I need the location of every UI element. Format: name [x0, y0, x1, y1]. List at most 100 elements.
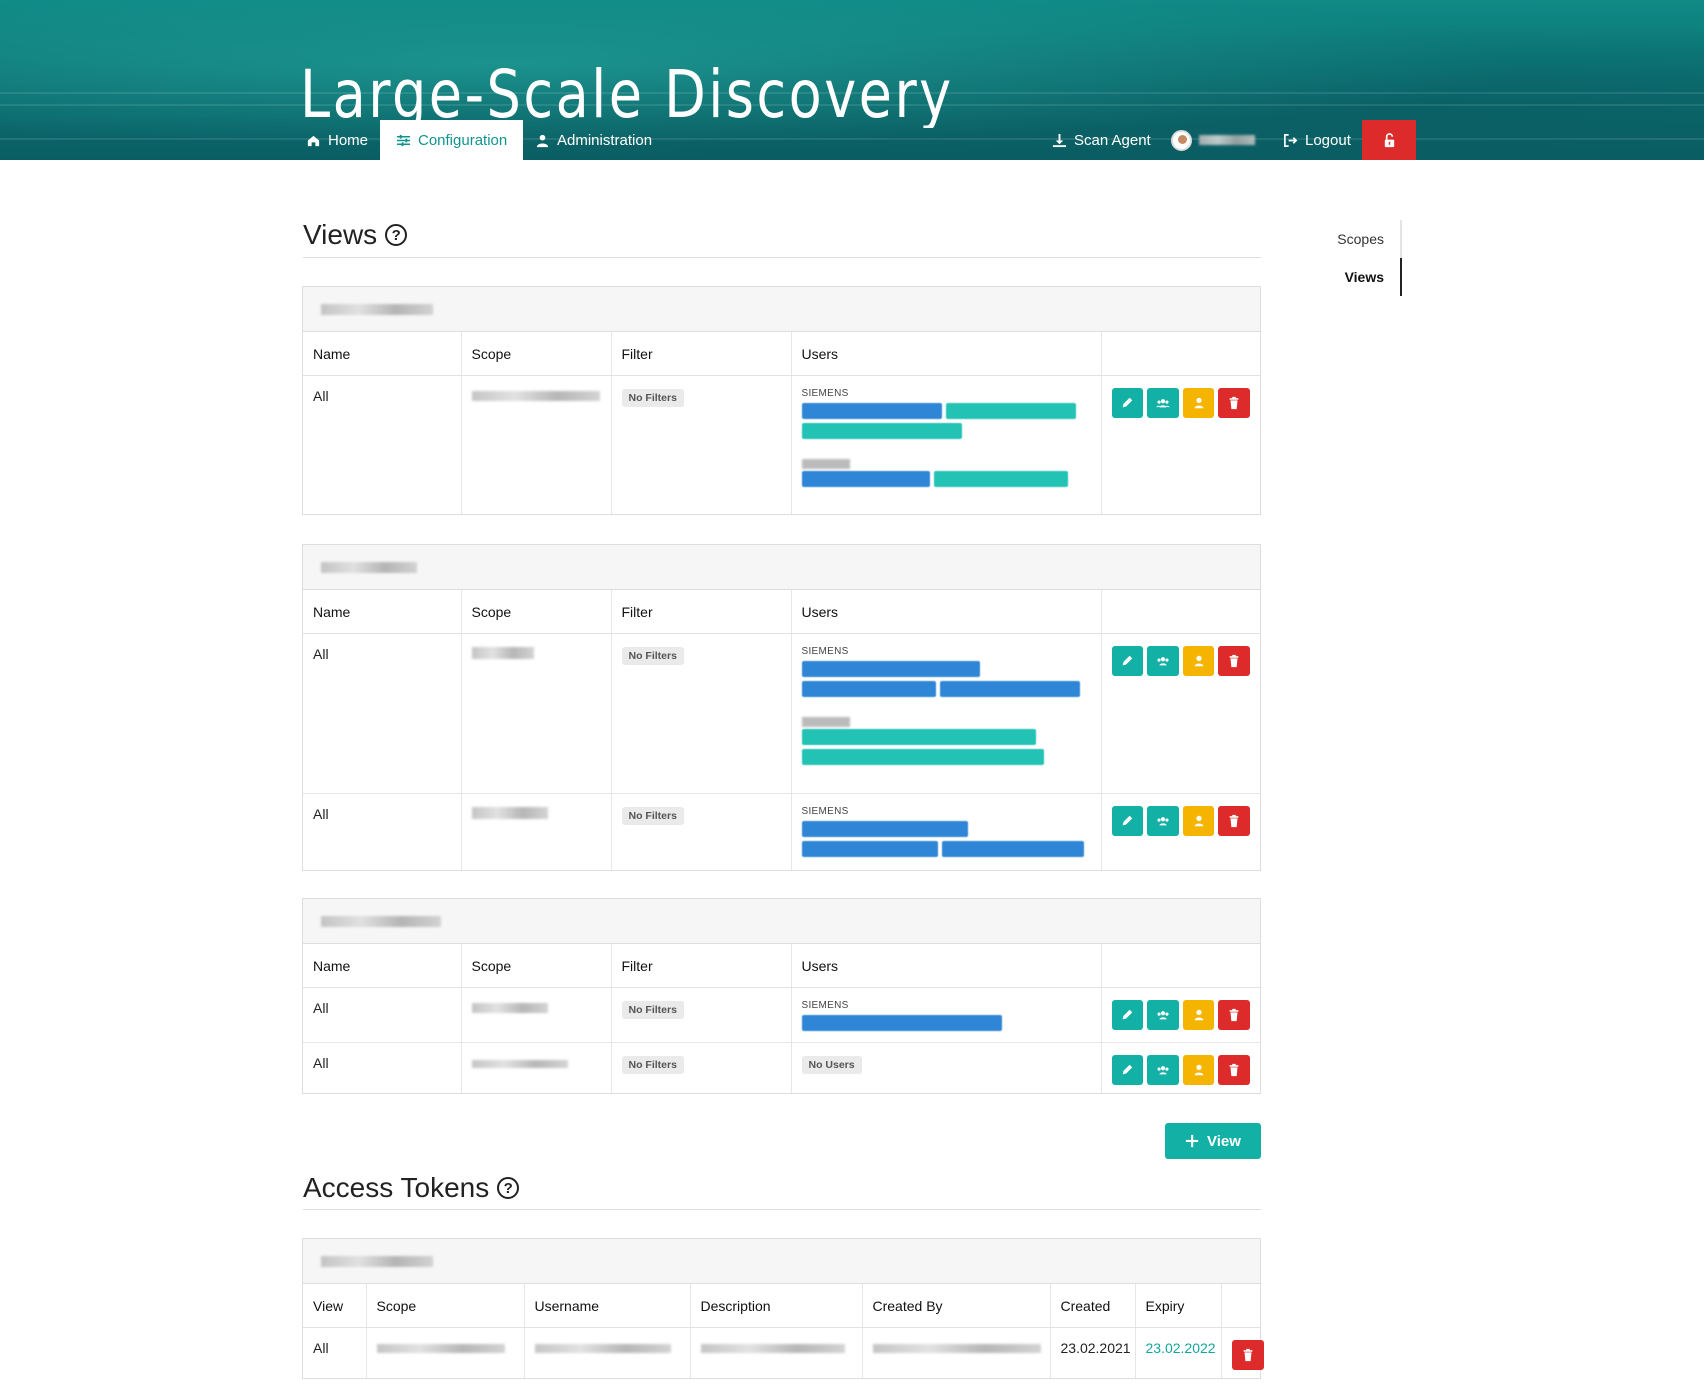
delete-button[interactable]	[1218, 1055, 1250, 1085]
filter-badge: No Filters	[621, 1001, 684, 1019]
col-scope: Scope	[461, 944, 612, 988]
unlock-icon	[1384, 132, 1394, 147]
grant-group-button[interactable]	[1147, 646, 1179, 676]
table-header: Name Scope Filter Users	[303, 590, 1260, 634]
token-group-panel: View Scope Username Description Created …	[302, 1238, 1264, 1379]
panel-heading	[303, 899, 1260, 944]
filter-cell: No Filters	[611, 987, 792, 1043]
row-actions	[1111, 1000, 1250, 1030]
delete-button[interactable]	[1218, 646, 1250, 676]
scope-redacted	[471, 1060, 568, 1068]
side-item-scopes[interactable]: Scopes	[1300, 220, 1402, 258]
table-row: All 23.02.2021 23.02.2022	[303, 1327, 1264, 1378]
nav-home[interactable]: Home	[306, 120, 368, 160]
col-created: Created	[1050, 1284, 1136, 1328]
delete-button[interactable]	[1218, 388, 1250, 418]
table-row: All No Filters No Users	[303, 1042, 1260, 1093]
col-view: View	[303, 1284, 367, 1328]
user-chip[interactable]	[933, 471, 1068, 487]
help-icon[interactable]: ?	[385, 224, 408, 246]
users-icon	[1157, 657, 1169, 666]
grant-group-button[interactable]	[1147, 1055, 1179, 1085]
users-cell: SIEMENS	[791, 987, 1102, 1043]
users-icon	[1156, 399, 1170, 408]
user-chip[interactable]	[801, 681, 936, 697]
grant-group-button[interactable]	[1147, 806, 1179, 836]
access-tokens-title: Access Tokens ?	[303, 1172, 520, 1204]
no-users-badge: No Users	[801, 1056, 862, 1074]
org-label: SIEMENS	[801, 806, 849, 817]
user-chip[interactable]	[801, 749, 1044, 765]
divider	[303, 257, 1261, 258]
users-cell: No Users	[791, 1042, 1102, 1093]
grant-user-button[interactable]	[1182, 1055, 1215, 1085]
col-users: Users	[791, 590, 1102, 634]
delete-token-button[interactable]	[1231, 1340, 1264, 1370]
col-actions	[1101, 944, 1260, 988]
user-chip[interactable]	[801, 729, 1036, 745]
trash-icon	[1243, 1348, 1252, 1362]
user-chip[interactable]	[801, 1015, 1002, 1031]
view-group-panel: Name Scope Filter Users All No Filters S…	[302, 544, 1261, 871]
edit-button[interactable]	[1111, 388, 1144, 418]
home-icon	[307, 135, 320, 146]
help-icon[interactable]: ?	[497, 1177, 520, 1199]
views-table: Name Scope Filter Users All No Filters S…	[303, 590, 1260, 870]
actions-cell	[1101, 987, 1260, 1043]
user-chip[interactable]	[801, 841, 938, 857]
user-chip[interactable]	[801, 471, 930, 487]
user-chip[interactable]	[941, 841, 1084, 857]
user-chip[interactable]	[801, 661, 980, 677]
views-title: Views ?	[303, 219, 408, 251]
user-chip[interactable]	[801, 423, 962, 439]
table-row: All No Filters SIEMENS	[303, 793, 1260, 870]
col-filter: Filter	[611, 944, 792, 988]
edit-button[interactable]	[1111, 1055, 1144, 1085]
description-redacted	[700, 1344, 845, 1353]
view-name: All	[303, 987, 462, 1043]
view-name: All	[303, 633, 462, 794]
pencil-icon	[1122, 655, 1133, 666]
delete-button[interactable]	[1218, 1000, 1250, 1030]
filter-badge: No Filters	[621, 807, 684, 825]
nav-configuration[interactable]: Configuration	[380, 120, 524, 160]
grant-group-button[interactable]	[1147, 1000, 1179, 1030]
nav-scan-agent[interactable]: Scan Agent	[1052, 120, 1151, 160]
col-username: Username	[524, 1284, 691, 1328]
org-label: SIEMENS	[801, 646, 849, 657]
user-chip[interactable]	[801, 821, 968, 837]
grant-user-button[interactable]	[1182, 646, 1215, 676]
col-expiry: Expiry	[1135, 1284, 1222, 1328]
col-created-by: Created By	[862, 1284, 1051, 1328]
edit-button[interactable]	[1111, 806, 1144, 836]
nav-administration[interactable]: Administration	[535, 120, 652, 160]
col-actions	[1101, 590, 1260, 634]
token-scope	[366, 1327, 525, 1378]
scope-redacted	[471, 1003, 548, 1013]
group-name-redacted	[321, 303, 433, 315]
user-chip[interactable]	[945, 403, 1076, 419]
scope-cell	[461, 1042, 612, 1093]
side-item-views[interactable]: Views	[1300, 258, 1402, 296]
group-name-redacted	[321, 1255, 433, 1267]
table-row: All No Filters SIEMENS	[303, 633, 1260, 794]
nav-user-profile[interactable]	[1171, 120, 1255, 160]
scope-redacted	[471, 647, 534, 659]
grant-user-button[interactable]	[1182, 388, 1215, 418]
delete-button[interactable]	[1218, 806, 1250, 836]
edit-button[interactable]	[1111, 1000, 1144, 1030]
view-name: All	[303, 793, 462, 870]
user-icon	[1194, 1009, 1203, 1021]
user-chip[interactable]	[801, 403, 942, 419]
add-view-button[interactable]: View	[1165, 1123, 1261, 1159]
grant-user-button[interactable]	[1182, 806, 1215, 836]
grant-user-button[interactable]	[1182, 1000, 1215, 1030]
edit-button[interactable]	[1111, 646, 1144, 676]
nav-logout[interactable]: Logout	[1283, 120, 1351, 160]
col-filter: Filter	[611, 590, 792, 634]
token-created-by	[862, 1327, 1051, 1378]
grant-group-button[interactable]	[1147, 388, 1179, 418]
user-chip[interactable]	[939, 681, 1080, 697]
table-header: View Scope Username Description Created …	[303, 1284, 1260, 1328]
unlock-button[interactable]	[1362, 120, 1416, 160]
